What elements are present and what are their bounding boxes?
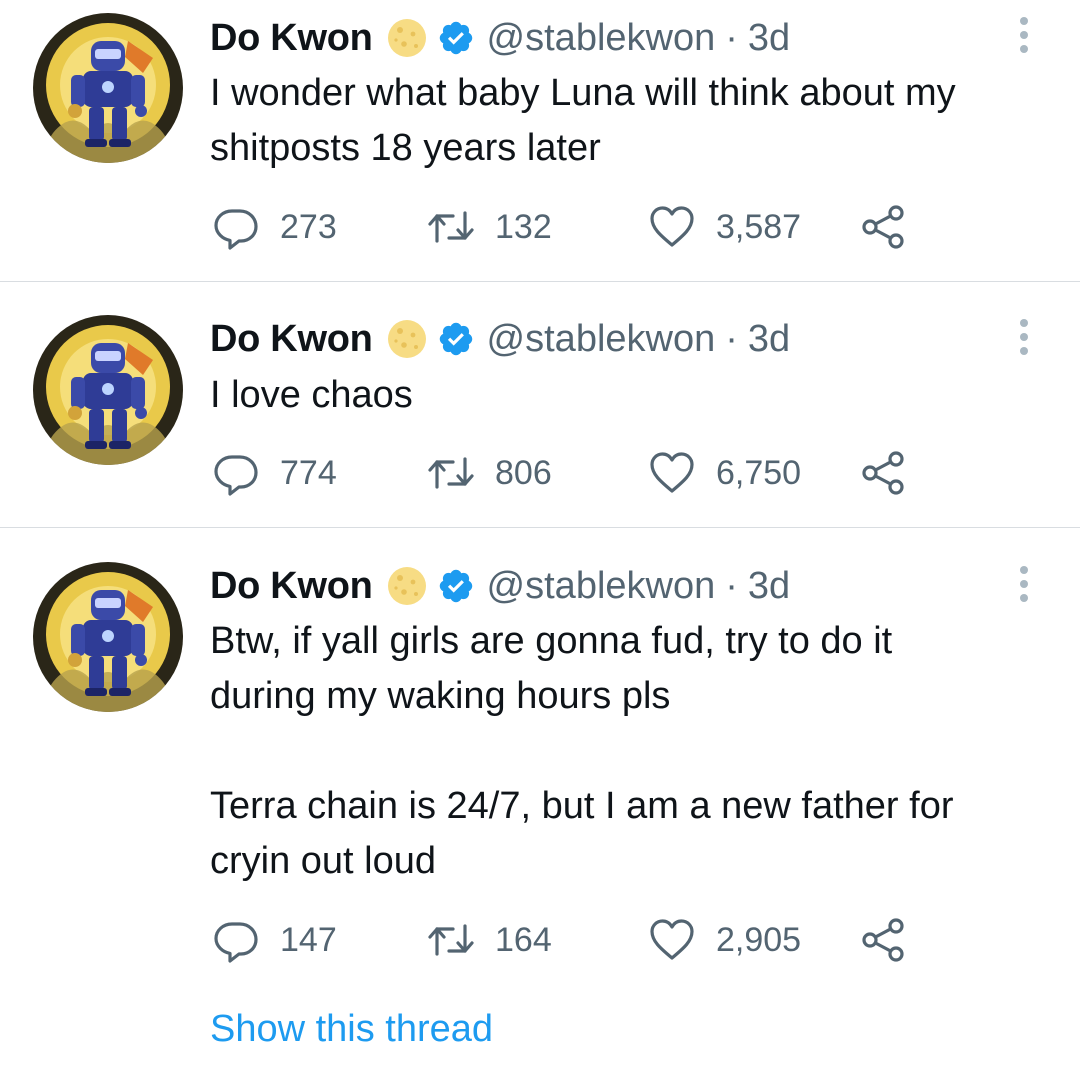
like-count: 3,587 (716, 207, 802, 246)
show-thread-link[interactable]: Show this thread (210, 1008, 493, 1051)
like-button[interactable]: 6,750 (648, 448, 801, 498)
retweet-button[interactable]: 132 (427, 202, 552, 252)
verified-badge-icon (437, 19, 475, 57)
reply-count: 273 (280, 207, 337, 246)
tweet-actions: 273 132 3,587 (212, 202, 932, 252)
reply-count: 147 (280, 920, 337, 959)
author-name[interactable]: Do Kwon (210, 318, 373, 361)
share-icon (860, 449, 908, 497)
heart-icon (648, 203, 696, 251)
retweet-count: 164 (495, 920, 552, 959)
like-count: 2,905 (716, 920, 802, 959)
timestamp[interactable]: 3d (748, 565, 790, 608)
tweet-text: Btw, if yall girls are gonna fud, try to… (210, 620, 954, 882)
verified-badge-icon (437, 567, 475, 605)
author-name[interactable]: Do Kwon (210, 565, 373, 608)
retweet-icon (427, 916, 475, 964)
separator-dot: · (725, 317, 738, 360)
tweet-header: Do Kwon @stablekwon · 3d (210, 13, 790, 63)
reply-icon (212, 203, 260, 251)
share-button[interactable] (860, 202, 908, 252)
share-button[interactable] (860, 448, 908, 498)
author-handle[interactable]: @stablekwon (487, 565, 716, 608)
tweet-actions: 147 164 2,905 (212, 915, 932, 965)
avatar-image (33, 562, 183, 712)
share-icon (860, 916, 908, 964)
retweet-count: 806 (495, 453, 552, 492)
tweet-text: I love chaos (210, 374, 413, 416)
share-button[interactable] (860, 915, 908, 965)
author-handle[interactable]: @stablekwon (487, 318, 716, 361)
author-handle[interactable]: @stablekwon (487, 17, 716, 60)
share-icon (860, 203, 908, 251)
tweet-header: Do Kwon @stablekwon · 3d (210, 314, 790, 364)
avatar[interactable] (33, 13, 183, 163)
retweet-button[interactable]: 806 (427, 448, 552, 498)
avatar-image (33, 13, 183, 163)
more-icon[interactable] (1012, 15, 1036, 55)
separator-dot: · (725, 564, 738, 607)
reply-button[interactable]: 774 (212, 448, 337, 498)
tweet-divider (0, 527, 1080, 528)
tweet-header: Do Kwon @stablekwon · 3d (210, 561, 790, 611)
reply-count: 774 (280, 453, 337, 492)
like-count: 6,750 (716, 453, 802, 492)
heart-icon (648, 449, 696, 497)
retweet-icon (427, 203, 475, 251)
tweet-text: I wonder what baby Luna will think about… (210, 72, 956, 169)
avatar[interactable] (33, 315, 183, 465)
author-name[interactable]: Do Kwon (210, 17, 373, 60)
moon-emoji-icon (387, 18, 427, 58)
timestamp[interactable]: 3d (748, 318, 790, 361)
reply-icon (212, 916, 260, 964)
like-button[interactable]: 2,905 (648, 915, 801, 965)
retweet-icon (427, 449, 475, 497)
reply-icon (212, 449, 260, 497)
tweet-divider (0, 281, 1080, 282)
moon-emoji-icon (387, 319, 427, 359)
timestamp[interactable]: 3d (748, 17, 790, 60)
more-icon[interactable] (1012, 564, 1036, 604)
reply-button[interactable]: 147 (212, 915, 337, 965)
tweet-actions: 774 806 6,750 (212, 448, 932, 498)
more-icon[interactable] (1012, 317, 1036, 357)
verified-badge-icon (437, 320, 475, 358)
separator-dot: · (725, 16, 738, 59)
like-button[interactable]: 3,587 (648, 202, 801, 252)
reply-button[interactable]: 273 (212, 202, 337, 252)
avatar[interactable] (33, 562, 183, 712)
retweet-count: 132 (495, 207, 552, 246)
moon-emoji-icon (387, 566, 427, 606)
retweet-button[interactable]: 164 (427, 915, 552, 965)
avatar-image (33, 315, 183, 465)
heart-icon (648, 916, 696, 964)
